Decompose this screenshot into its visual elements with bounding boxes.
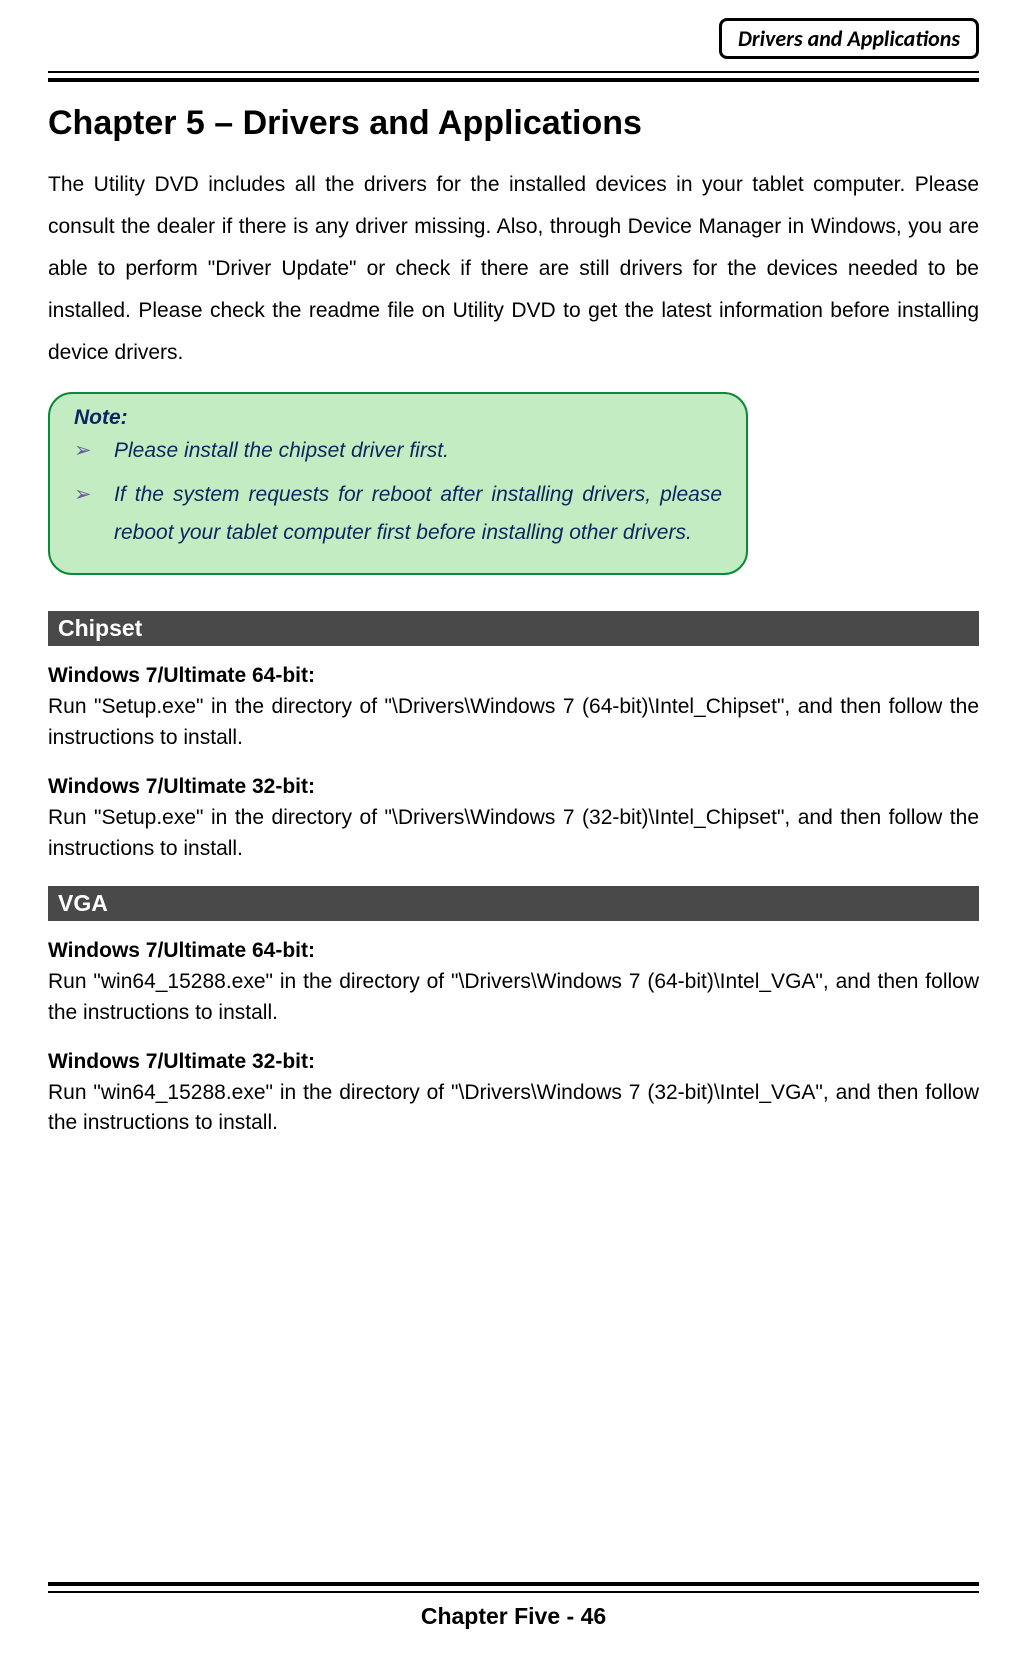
top-divider <box>48 71 979 82</box>
note-item: Please install the chipset driver first. <box>102 432 722 470</box>
header-row: Drivers and Applications <box>48 18 979 59</box>
subheading: Windows 7/Ultimate 64-bit: <box>48 664 979 688</box>
intro-paragraph: The Utility DVD includes all the drivers… <box>48 164 979 374</box>
body-text: Run "win64_15288.exe" in the directory o… <box>48 1078 979 1139</box>
subheading: Windows 7/Ultimate 64-bit: <box>48 939 979 963</box>
document-page: Drivers and Applications Chapter 5 – Dri… <box>0 0 1027 1660</box>
body-text: Run "Setup.exe" in the directory of "\Dr… <box>48 692 979 753</box>
body-text: Run "Setup.exe" in the directory of "\Dr… <box>48 803 979 864</box>
bottom-divider <box>48 1582 979 1593</box>
footer-area: Chapter Five - 46 <box>48 1582 979 1630</box>
note-title: Note: <box>74 406 722 430</box>
section-bar-vga: VGA <box>48 886 979 921</box>
section-bar-chipset: Chipset <box>48 611 979 646</box>
header-tag: Drivers and Applications <box>719 18 979 59</box>
note-box: Note: Please install the chipset driver … <box>48 392 748 575</box>
subheading: Windows 7/Ultimate 32-bit: <box>48 775 979 799</box>
footer-label: Chapter Five - 46 <box>48 1603 979 1630</box>
subheading: Windows 7/Ultimate 32-bit: <box>48 1050 979 1074</box>
chapter-title: Chapter 5 – Drivers and Applications <box>48 104 979 143</box>
note-item: If the system requests for reboot after … <box>102 476 722 552</box>
note-list: Please install the chipset driver first.… <box>74 432 722 551</box>
body-text: Run "win64_15288.exe" in the directory o… <box>48 967 979 1028</box>
